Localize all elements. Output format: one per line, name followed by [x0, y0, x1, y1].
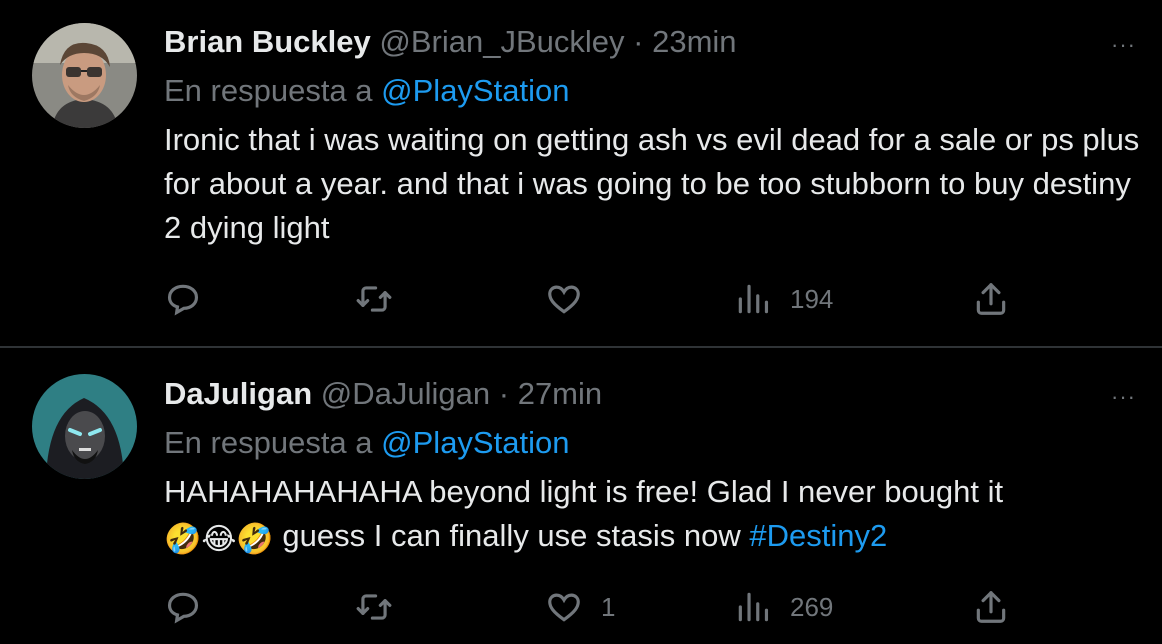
action-bar: 194: [164, 279, 1024, 319]
retweet-icon: [356, 286, 392, 312]
share-button[interactable]: [972, 279, 1010, 319]
reply-context: En respuesta a @PlayStation: [164, 73, 569, 109]
rofl-emoji: 🤣: [164, 523, 202, 556]
share-button[interactable]: [972, 587, 1010, 627]
views-icon: [738, 592, 769, 622]
reply-icon: [167, 284, 199, 316]
reply-button[interactable]: [164, 587, 202, 627]
joy-emoji: 😂: [201, 523, 237, 556]
reply-prefix: En respuesta a: [164, 73, 373, 108]
tweet[interactable]: DaJuligan @DaJuligan · 27min ··· En resp…: [0, 348, 1162, 644]
tweet-header: Brian Buckley @Brian_JBuckley · 23min: [164, 24, 737, 60]
like-button[interactable]: 1: [545, 587, 615, 627]
views-button[interactable]: 194: [734, 279, 833, 319]
reply-prefix: En respuesta a: [164, 425, 373, 460]
tweet-text-line1: HAHAHAHAHAHA beyond light is free! Glad …: [164, 474, 1004, 509]
retweet-button[interactable]: [355, 279, 393, 319]
hashtag-link[interactable]: #Destiny2: [749, 518, 887, 553]
tweet-header: DaJuligan @DaJuligan · 27min: [164, 376, 602, 412]
tweet-text: Ironic that i was waiting on getting ash…: [164, 122, 1140, 245]
retweet-icon: [356, 594, 392, 620]
reply-mention[interactable]: @PlayStation: [381, 425, 569, 460]
views-button[interactable]: 269: [734, 587, 833, 627]
tweet-text: HAHAHAHAHAHA beyond light is free! Glad …: [164, 470, 1154, 558]
share-icon: [976, 283, 1006, 315]
like-button[interactable]: [545, 279, 601, 319]
timestamp[interactable]: 27min: [518, 376, 602, 411]
like-icon: [548, 285, 580, 314]
separator: ·: [498, 376, 510, 411]
author-handle[interactable]: @Brian_JBuckley: [379, 24, 624, 59]
author-name[interactable]: Brian Buckley: [164, 24, 371, 59]
reply-mention[interactable]: @PlayStation: [381, 73, 569, 108]
views-icon: [738, 284, 769, 314]
retweet-button[interactable]: [355, 587, 393, 627]
separator: ·: [633, 24, 644, 59]
tweet-text-line2: guess I can finally use stasis now: [282, 518, 741, 553]
share-icon: [976, 591, 1006, 623]
more-icon[interactable]: ···: [1111, 32, 1136, 58]
author-name[interactable]: DaJuligan: [164, 376, 312, 411]
more-icon[interactable]: ···: [1111, 384, 1136, 410]
like-icon: [548, 593, 580, 622]
action-bar: 1 269: [164, 587, 1024, 627]
like-count: 1: [601, 591, 616, 622]
author-handle[interactable]: @DaJuligan: [321, 376, 490, 411]
reply-context: En respuesta a @PlayStation: [164, 425, 569, 461]
reply-icon: [167, 592, 199, 624]
avatar[interactable]: [32, 23, 137, 128]
avatar[interactable]: [32, 374, 137, 479]
rofl-emoji: 🤣: [236, 523, 274, 556]
views-count: 269: [790, 591, 834, 622]
reply-button[interactable]: [164, 279, 202, 319]
timestamp[interactable]: 23min: [652, 24, 736, 59]
tweet[interactable]: Brian Buckley @Brian_JBuckley · 23min ··…: [0, 0, 1162, 347]
views-count: 194: [790, 283, 834, 314]
